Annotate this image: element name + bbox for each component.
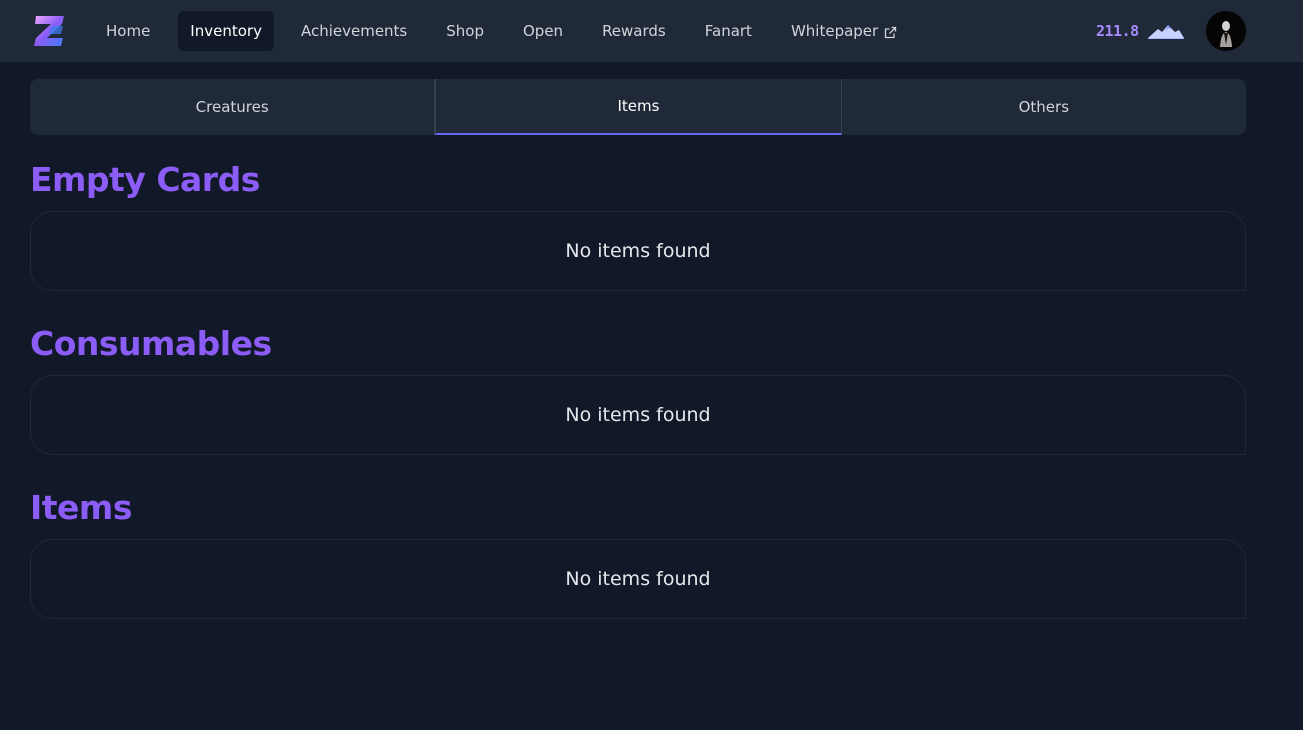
nav-shop[interactable]: Shop (427, 11, 503, 51)
inventory-tabs: Creatures Items Others (30, 79, 1246, 135)
tab-others[interactable]: Others (842, 79, 1246, 135)
nav-open[interactable]: Open (504, 11, 582, 51)
consumables-list: No items found (30, 375, 1246, 455)
nav-inventory[interactable]: Inventory (178, 11, 274, 51)
nav-whitepaper[interactable]: Whitepaper (772, 11, 916, 51)
section-title-items: Items (30, 488, 132, 527)
nav-fanart[interactable]: Fanart (686, 11, 771, 51)
section-title-consumables: Consumables (30, 324, 272, 363)
empty-state-text: No items found (565, 568, 711, 590)
tab-creatures[interactable]: Creatures (30, 79, 436, 135)
balance-display: 211.8 (1096, 20, 1184, 42)
nav-rewards[interactable]: Rewards (583, 11, 685, 51)
empty-state-text: No items found (565, 240, 711, 262)
tab-items[interactable]: Items (435, 79, 842, 135)
nav-achievements[interactable]: Achievements (282, 11, 426, 51)
user-avatar[interactable] (1206, 11, 1246, 51)
items-list: No items found (30, 539, 1246, 619)
section-title-empty-cards: Empty Cards (30, 160, 260, 199)
empty-cards-list: No items found (30, 211, 1246, 291)
nav-menu: Home Inventory Achievements Shop Open Re… (87, 11, 917, 51)
nav-home[interactable]: Home (87, 11, 169, 51)
mountain-icon (1147, 23, 1184, 39)
nav-whitepaper-label: Whitepaper (790, 22, 879, 40)
external-link-icon (884, 25, 897, 38)
logo-icon[interactable] (33, 12, 67, 50)
top-navbar: Home Inventory Achievements Shop Open Re… (0, 0, 1303, 62)
balance-value: 211.8 (1096, 22, 1139, 40)
empty-state-text: No items found (565, 404, 711, 426)
